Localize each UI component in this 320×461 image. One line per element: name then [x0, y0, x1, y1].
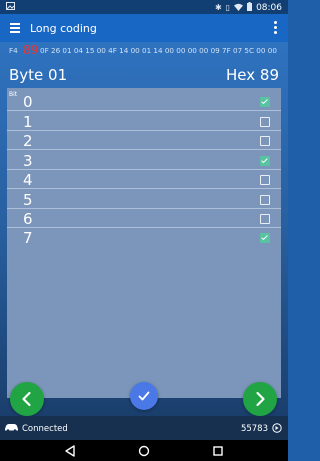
- wifi-icon: [234, 3, 244, 14]
- overflow-menu-icon[interactable]: [274, 21, 278, 36]
- page-title: Long coding: [30, 21, 97, 35]
- back-icon[interactable]: [62, 443, 78, 459]
- bit-row-5[interactable]: 5: [7, 190, 281, 209]
- hex-bytes-rest[interactable]: 0F 26 01 04 15 00 4F 14 00 01 14 00 00 0…: [40, 46, 277, 55]
- bit-row-0[interactable]: 0: [7, 92, 281, 111]
- bit-checkbox[interactable]: [260, 214, 270, 224]
- bit-label: 4: [23, 171, 33, 189]
- hex-value-label: Hex 89: [226, 66, 279, 84]
- bit-checkbox[interactable]: [260, 175, 270, 185]
- bit-checkbox[interactable]: [260, 156, 270, 166]
- bit-label: 5: [23, 191, 33, 209]
- recents-icon[interactable]: [210, 443, 226, 459]
- bit-label: 0: [23, 93, 33, 111]
- arrow-circle-icon[interactable]: [272, 423, 282, 436]
- bit-label: 7: [23, 229, 33, 247]
- coding-panel: F4 89 0F 26 01 04 15 00 4F 14 00 01 14 0…: [0, 42, 288, 416]
- bit-row-4[interactable]: 4: [7, 170, 281, 189]
- bit-checkbox[interactable]: [260, 195, 270, 205]
- app-bar: Long coding: [0, 14, 288, 42]
- home-icon[interactable]: [136, 443, 152, 459]
- hex-byte-selected[interactable]: 89: [23, 43, 38, 57]
- session-counter: 55783: [240, 424, 268, 434]
- chevron-right-icon: [256, 391, 265, 407]
- bit-checkbox[interactable]: [260, 97, 270, 107]
- image-icon: [6, 2, 15, 13]
- next-byte-button[interactable]: [243, 382, 277, 416]
- bit-row-1[interactable]: 1: [7, 112, 281, 131]
- bit-checkbox[interactable]: [260, 136, 270, 146]
- connection-status: Connected: [22, 424, 68, 434]
- bit-row-7[interactable]: 7: [7, 228, 281, 247]
- byte-header: Byte 01 Hex 89: [9, 66, 279, 86]
- bit-label: 2: [23, 132, 33, 150]
- clock: 08:06: [256, 3, 282, 13]
- check-icon: [138, 391, 150, 401]
- hex-byte-00[interactable]: F4: [9, 46, 18, 55]
- hex-bytes-row: F4 89 0F 26 01 04 15 00 4F 14 00 01 14 0…: [9, 42, 283, 62]
- system-navigation-bar: [0, 440, 288, 461]
- chevron-left-icon: [22, 391, 31, 407]
- byte-label: Byte 01: [9, 66, 68, 84]
- battery-icon: [247, 2, 253, 14]
- bit-row-2[interactable]: 2: [7, 131, 281, 150]
- menu-icon[interactable]: [10, 21, 20, 35]
- bit-checkbox[interactable]: [260, 233, 270, 243]
- bit-label: 1: [23, 113, 33, 131]
- status-bar: ✱ ▯ 08:06: [0, 0, 288, 14]
- connection-footer: Connected 55783: [0, 416, 288, 440]
- bluetooth-icon: ✱: [214, 3, 222, 12]
- vibrate-icon: ▯: [225, 3, 231, 12]
- car-icon: [4, 423, 19, 435]
- bit-label: 6: [23, 210, 33, 228]
- bit-list: Bit 0 1 2 3 4 5 6 7: [7, 88, 281, 398]
- previous-byte-button[interactable]: [10, 382, 44, 416]
- bit-row-6[interactable]: 6: [7, 209, 281, 228]
- bit-label: 3: [23, 152, 33, 170]
- confirm-button[interactable]: [130, 382, 158, 410]
- bit-checkbox[interactable]: [260, 117, 270, 127]
- bit-row-3[interactable]: 3: [7, 151, 281, 170]
